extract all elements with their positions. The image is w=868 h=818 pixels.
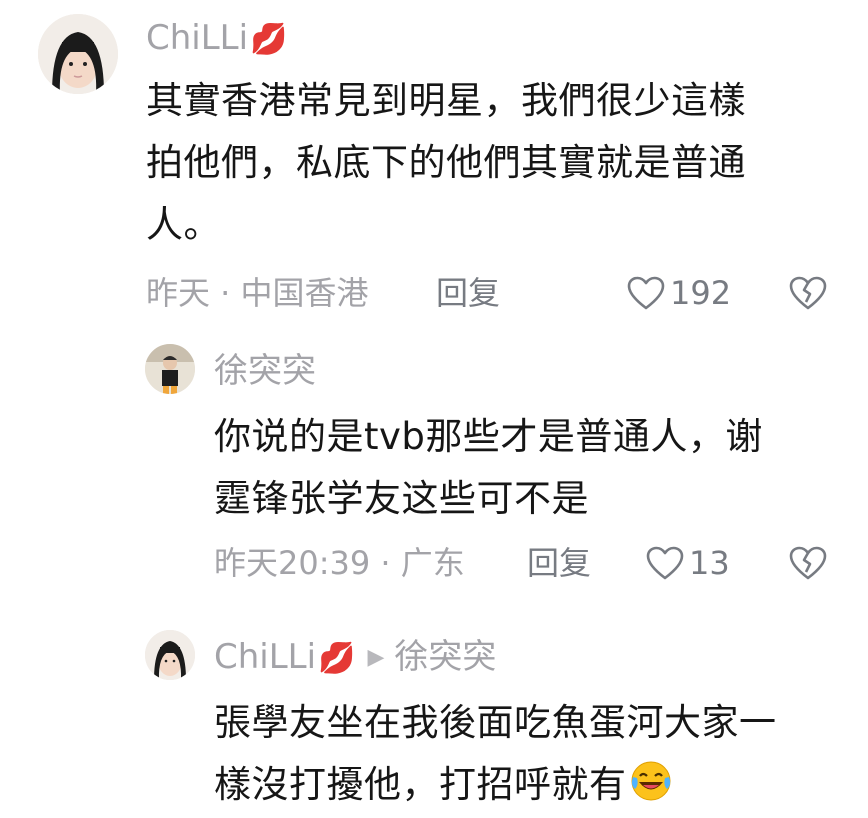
- dislike-button[interactable]: [788, 545, 828, 585]
- avatar[interactable]: [38, 14, 118, 94]
- like-button[interactable]: 192: [626, 273, 731, 313]
- heart-icon: [627, 276, 665, 310]
- comment-text: 你说的是tvb那些才是普通人，谢 霆锋张学友这些可不是: [214, 406, 854, 530]
- comment-1: ChiLLi💋 其實香港常見到明星，我們很少這樣 拍他們，私底下的他們其實就是普…: [0, 0, 868, 330]
- comment-meta: 昨天 · 中国香港: [146, 274, 369, 312]
- avatar[interactable]: [145, 630, 195, 680]
- broken-heart-icon: [789, 546, 827, 580]
- comment-text-line: 其實香港常見到明星，我們很少這樣: [146, 79, 746, 122]
- reply-button[interactable]: 回复: [436, 273, 500, 313]
- like-count: 13: [689, 544, 730, 582]
- comment-3: ChiLLi💋 ▶ 徐突突 張學友坐在我後面吃魚蛋河大家一 樣沒打擾他，打招呼就有: [0, 600, 868, 818]
- comment-text-line: 樣沒打擾他，打招呼就有: [214, 754, 854, 816]
- lips-emoji: 💋: [318, 641, 356, 676]
- username[interactable]: ChiLLi💋 ▶ 徐突突: [214, 637, 496, 679]
- comment-text-line-content: 樣沒打擾他，打招呼就有: [214, 763, 627, 806]
- reply-to-username[interactable]: 徐突突: [394, 637, 496, 677]
- avatar-portrait-icon: [145, 630, 195, 680]
- comment-text-line: 拍他們，私底下的他們其實就是普通: [146, 141, 746, 184]
- avatar[interactable]: [145, 344, 195, 394]
- lips-emoji: 💋: [250, 22, 288, 57]
- dislike-button[interactable]: [788, 275, 828, 315]
- comment-text-line: 你说的是tvb那些才是普通人，谢: [214, 415, 763, 458]
- comment-2: 徐突突 你说的是tvb那些才是普通人，谢 霆锋张学友这些可不是 昨天20:39 …: [0, 330, 868, 600]
- broken-heart-icon: [789, 276, 827, 310]
- like-button[interactable]: 13: [645, 543, 730, 583]
- reply-arrow-icon: ▶: [367, 645, 385, 670]
- comment-text-line: 張學友坐在我後面吃魚蛋河大家一: [214, 701, 777, 744]
- reply-button[interactable]: 回复: [527, 543, 591, 583]
- username-text: ChiLLi: [214, 637, 317, 677]
- avatar-portrait-icon: [145, 344, 195, 394]
- comment-text: 其實香港常見到明星，我們很少這樣 拍他們，私底下的他們其實就是普通 人。: [146, 70, 846, 256]
- heart-icon: [646, 546, 684, 580]
- username-text: ChiLLi: [146, 18, 249, 58]
- username[interactable]: 徐突突: [214, 351, 316, 391]
- comment-meta: 昨天20:39 · 广东: [214, 544, 465, 582]
- comment-text-line: 人。: [146, 203, 221, 246]
- like-count: 192: [670, 274, 732, 312]
- comment-text: 張學友坐在我後面吃魚蛋河大家一 樣沒打擾他，打招呼就有: [214, 692, 854, 816]
- laughing-tears-emoji-icon: [631, 761, 670, 801]
- username[interactable]: ChiLLi💋: [146, 18, 287, 60]
- comment-text-line: 霆锋张学友这些可不是: [214, 477, 589, 520]
- avatar-portrait-icon: [38, 14, 118, 94]
